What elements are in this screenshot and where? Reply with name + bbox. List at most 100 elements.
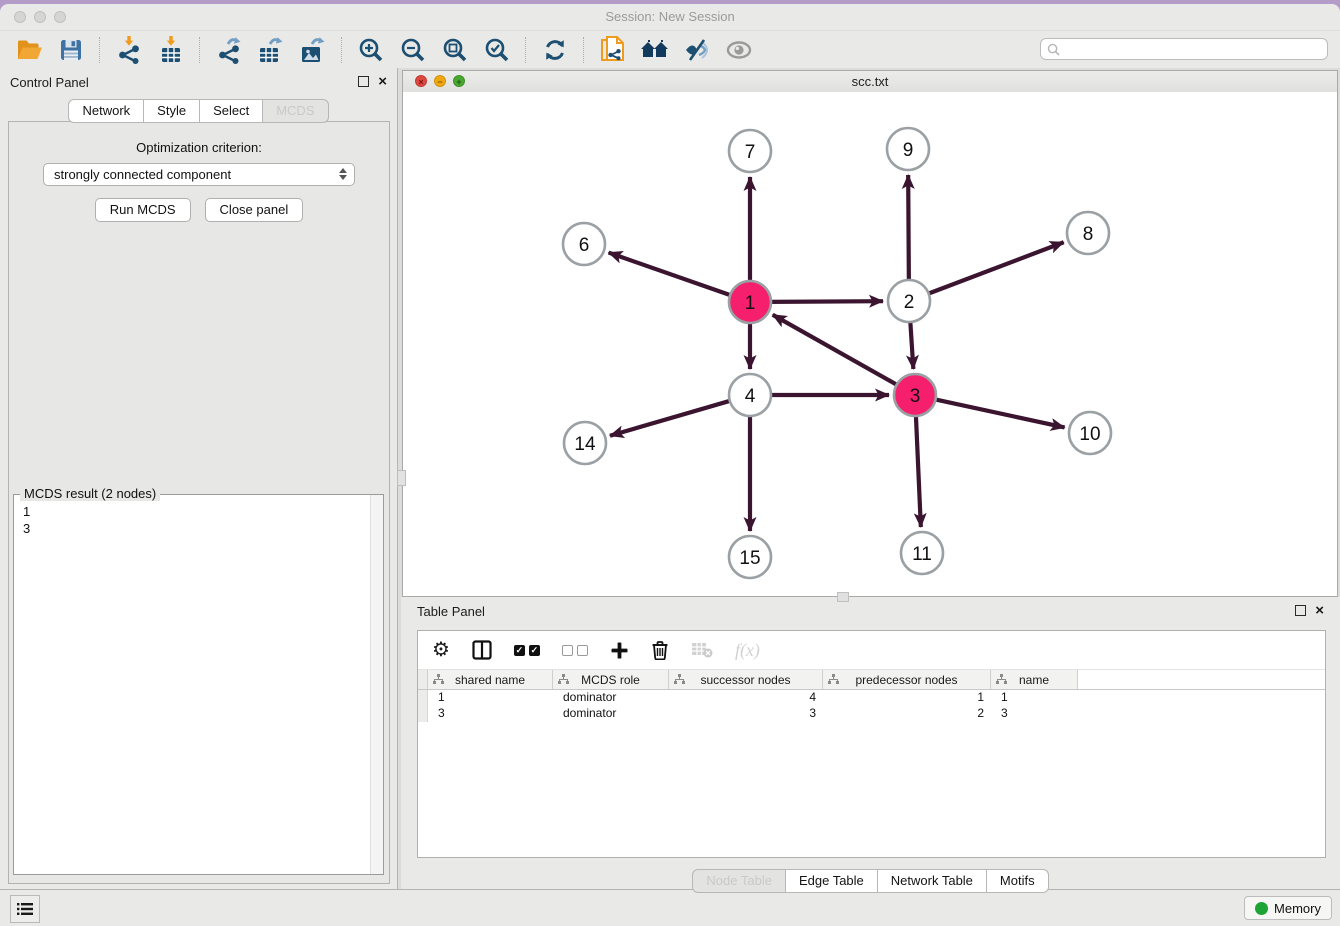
edge-2-8[interactable]	[927, 242, 1064, 294]
table-panel: Table Panel × ⚙ ✓✓	[401, 597, 1340, 890]
edge-1-2[interactable]	[769, 301, 883, 302]
table-row[interactable]: 1dominator411	[418, 690, 1325, 706]
zoom-fit-icon[interactable]	[439, 36, 471, 64]
network-minimize-icon[interactable]: −	[434, 75, 446, 87]
optimization-criterion-label: Optimization criterion:	[9, 140, 389, 155]
search-input[interactable]	[1060, 41, 1327, 57]
table-body: 1dominator4113dominator323	[418, 690, 1325, 722]
zoom-selected-icon[interactable]	[481, 36, 513, 64]
mcds-result-list[interactable]: 13	[15, 501, 370, 873]
table-cell[interactable]: 3	[428, 706, 553, 722]
toolbar-separator	[341, 37, 343, 63]
zoom-in-icon[interactable]	[355, 36, 387, 64]
edge-3-10[interactable]	[934, 399, 1065, 427]
table-cell[interactable]: 1	[823, 690, 991, 706]
network-window-titlebar[interactable]: × − + scc.txt	[403, 71, 1337, 93]
tab-network[interactable]: Network	[68, 99, 144, 123]
gear-icon[interactable]: ⚙	[432, 640, 450, 660]
table-cell[interactable]: 3	[991, 706, 1078, 722]
home-icon[interactable]	[639, 36, 671, 64]
network-maximize-icon[interactable]: +	[453, 75, 465, 87]
table-cell[interactable]: dominator	[553, 706, 669, 722]
open-icon[interactable]	[13, 36, 45, 64]
table-cell[interactable]: 3	[669, 706, 823, 722]
table-cell[interactable]: 2	[823, 706, 991, 722]
node-label-2: 2	[904, 292, 915, 313]
delete-table-icon	[691, 642, 713, 658]
clone-network-icon[interactable]	[597, 36, 629, 64]
toolbar-separator	[99, 37, 101, 63]
close-window-icon[interactable]	[14, 11, 26, 23]
toolbar-separator	[199, 37, 201, 63]
table-cell[interactable]: 4	[669, 690, 823, 706]
task-history-button[interactable]	[10, 895, 40, 923]
float-panel-icon[interactable]	[358, 76, 369, 87]
zoom-out-icon[interactable]	[397, 36, 429, 64]
select-all-checkboxes-icon[interactable]: ✓✓	[514, 645, 540, 656]
run-mcds-button[interactable]: Run MCDS	[95, 198, 191, 222]
table-cell[interactable]: dominator	[553, 690, 669, 706]
save-icon[interactable]	[55, 36, 87, 64]
network-close-icon[interactable]: ×	[415, 75, 427, 87]
show-graphics-details-icon[interactable]	[723, 36, 755, 64]
network-canvas[interactable]: 7968124314101511	[403, 92, 1337, 596]
tab-mcds[interactable]: MCDS	[263, 99, 328, 123]
refresh-icon[interactable]	[539, 36, 571, 64]
export-network-icon[interactable]	[213, 36, 245, 64]
tab-edge-table[interactable]: Edge Table	[786, 869, 878, 893]
import-network-icon[interactable]	[113, 36, 145, 64]
table-cell[interactable]: 1	[991, 690, 1078, 706]
tab-select[interactable]: Select	[200, 99, 263, 123]
criterion-select[interactable]: strongly connected component	[43, 163, 355, 186]
column-header-shared-name[interactable]: shared name	[428, 670, 553, 689]
column-layout-icon[interactable]	[472, 640, 492, 660]
title-bar: Session: New Session	[0, 4, 1340, 31]
edge-3-1[interactable]	[773, 315, 899, 386]
table-toolbar: ⚙ ✓✓	[418, 631, 1325, 670]
hide-graphics-details-icon[interactable]	[681, 36, 713, 64]
tab-node-table[interactable]: Node Table	[692, 869, 786, 893]
node-label-9: 9	[903, 140, 914, 161]
table-cell[interactable]: 1	[428, 690, 553, 706]
memory-button[interactable]: Memory	[1244, 896, 1332, 920]
table-row[interactable]: 3dominator323	[418, 706, 1325, 722]
tab-style[interactable]: Style	[144, 99, 200, 123]
float-table-panel-icon[interactable]	[1295, 605, 1306, 616]
edge-4-14[interactable]	[610, 400, 732, 435]
delete-icon[interactable]	[651, 640, 669, 660]
export-table-icon[interactable]	[255, 36, 287, 64]
table-panel-tabs: Node TableEdge TableNetwork TableMotifs	[401, 869, 1340, 893]
add-column-icon[interactable]	[610, 641, 629, 660]
close-table-panel-icon[interactable]: ×	[1315, 606, 1324, 616]
close-panel-icon[interactable]: ×	[378, 77, 387, 87]
column-header-name[interactable]: name	[991, 670, 1078, 689]
column-header-predecessor-nodes[interactable]: predecessor nodes	[823, 670, 991, 689]
criterion-selected-value: strongly connected component	[44, 167, 231, 182]
control-panel-title: Control Panel	[0, 68, 397, 90]
edge-3-11[interactable]	[916, 414, 921, 527]
tab-motifs[interactable]: Motifs	[987, 869, 1049, 893]
column-header-label: successor nodes	[700, 673, 790, 687]
tab-network-table[interactable]: Network Table	[878, 869, 987, 893]
node-label-14: 14	[574, 434, 596, 455]
window-traffic-lights[interactable]	[14, 11, 66, 23]
deselect-checkboxes-icon[interactable]	[562, 645, 588, 656]
node-label-3: 3	[910, 386, 921, 407]
node-table-container: ⚙ ✓✓	[417, 630, 1326, 858]
export-image-icon[interactable]	[297, 36, 329, 64]
zoom-window-icon[interactable]	[54, 11, 66, 23]
control-panel-tabs: NetworkStyleSelectMCDS	[0, 99, 397, 123]
edge-1-6[interactable]	[609, 253, 733, 296]
edge-2-9[interactable]	[908, 175, 909, 282]
horizontal-splitter-handle[interactable]	[837, 592, 849, 602]
vertical-splitter-handle[interactable]	[397, 470, 406, 486]
result-scrollbar[interactable]	[370, 495, 383, 874]
close-panel-button[interactable]: Close panel	[205, 198, 304, 222]
column-header-successor-nodes[interactable]: successor nodes	[669, 670, 823, 689]
edge-2-3[interactable]	[910, 320, 913, 369]
network-graph[interactable]: 7968124314101511	[403, 92, 1337, 596]
column-header-MCDS-role[interactable]: MCDS role	[553, 670, 669, 689]
import-table-icon[interactable]	[155, 36, 187, 64]
minimize-window-icon[interactable]	[34, 11, 46, 23]
search-field[interactable]	[1040, 38, 1328, 60]
